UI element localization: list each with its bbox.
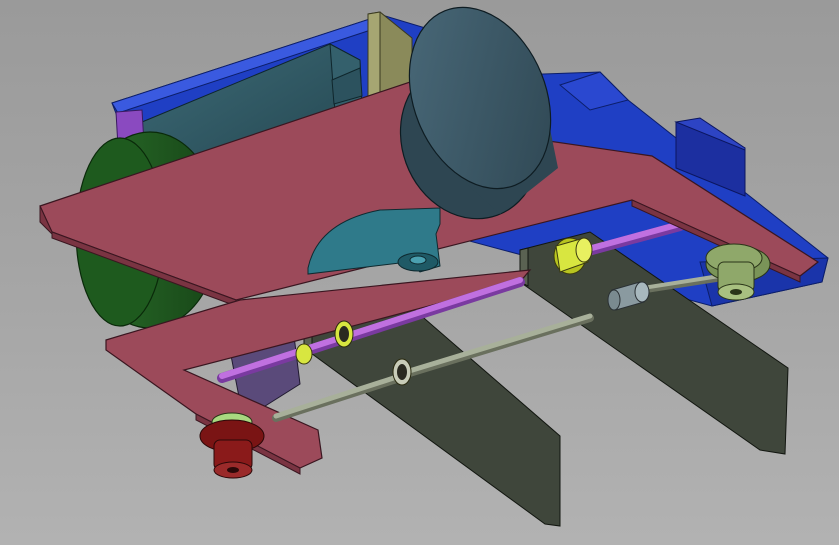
arm-hole-lower — [392, 358, 412, 386]
assembly-drawing[interactable] — [0, 0, 839, 545]
arm-hole-upper — [334, 320, 354, 348]
cad-3d-viewport[interactable] — [0, 0, 839, 545]
yellow-bushing-small[interactable] — [295, 343, 313, 365]
